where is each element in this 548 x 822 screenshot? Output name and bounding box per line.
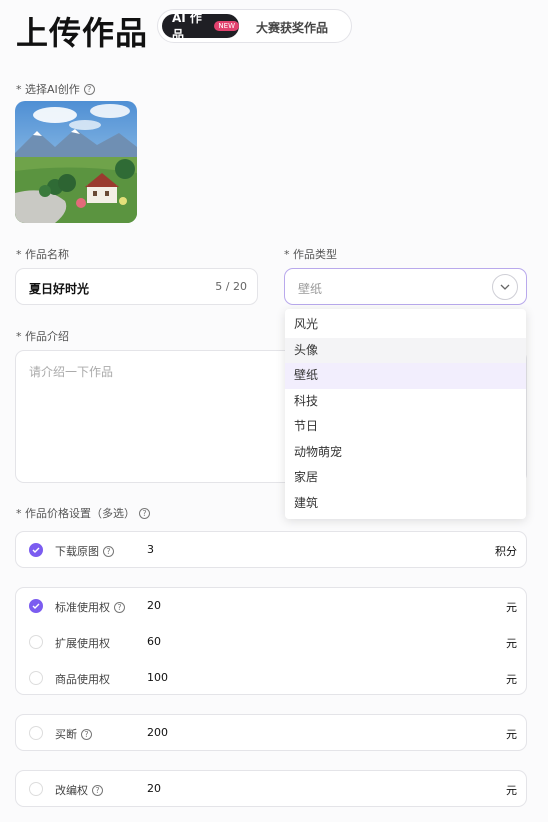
price-value[interactable]: 60 xyxy=(147,635,161,648)
price-name-text: 下载原图 xyxy=(55,545,99,558)
license-price-box: 标准使用权? 20 元 扩展使用权 60 元 商品使用权 100 元 xyxy=(15,587,527,695)
price-unit: 积分 xyxy=(495,545,517,558)
price-name: 扩展使用权 xyxy=(55,637,110,650)
selected-artwork-thumbnail[interactable] xyxy=(15,101,137,223)
option-home[interactable]: 家居 xyxy=(285,465,526,491)
question-circle-icon[interactable]: ? xyxy=(83,83,95,95)
price-row-adapt[interactable]: 改编权? 20 元 xyxy=(16,771,526,807)
option-pets[interactable]: 动物萌宠 xyxy=(285,440,526,466)
page-title: 上传作品 xyxy=(16,14,149,52)
work-name-counter: 5 / 20 xyxy=(215,280,247,293)
option-avatar[interactable]: 头像 xyxy=(285,337,526,363)
question-circle-icon[interactable]: ? xyxy=(92,784,103,796)
price-value[interactable]: 100 xyxy=(147,671,168,684)
work-intro-placeholder: 请介绍一下作品 xyxy=(29,365,114,379)
price-unit: 元 xyxy=(506,601,517,614)
tab-contest-works[interactable]: 大赛获奖作品 xyxy=(256,19,328,36)
question-circle-icon[interactable]: ? xyxy=(114,601,125,613)
price-name-text: 买断 xyxy=(55,728,77,741)
checked-icon[interactable] xyxy=(29,543,43,557)
work-name-input[interactable]: 夏日好时光 5 / 20 xyxy=(15,268,258,305)
price-name: 商品使用权 xyxy=(55,673,110,686)
unchecked-icon[interactable] xyxy=(29,671,43,685)
price-unit: 元 xyxy=(506,673,517,686)
price-value[interactable]: 3 xyxy=(147,543,154,556)
question-circle-icon[interactable]: ? xyxy=(139,507,150,519)
question-circle-icon[interactable]: ? xyxy=(103,545,114,557)
artwork-label-text: * 选择AI创作 xyxy=(16,83,80,96)
question-circle-icon[interactable]: ? xyxy=(81,728,92,740)
price-unit: 元 xyxy=(506,637,517,650)
price-settings-label: * 作品价格设置（多选） ? xyxy=(16,505,150,521)
option-landscape[interactable]: 风光 xyxy=(285,312,526,338)
price-row-commercial[interactable]: 商品使用权 100 元 xyxy=(16,660,526,696)
price-row-buyout[interactable]: 买断? 200 元 xyxy=(16,715,526,751)
price-name-text: 改编权 xyxy=(55,784,88,797)
option-festival[interactable]: 节日 xyxy=(285,414,526,440)
tab-ai-works[interactable]: AI 作品 NEW xyxy=(162,11,239,42)
price-name: 改编权? xyxy=(55,782,103,798)
unchecked-icon[interactable] xyxy=(29,726,43,740)
artwork-label: * 选择AI创作 ? xyxy=(16,81,95,97)
buyout-price-box: 买断? 200 元 xyxy=(15,714,527,751)
price-value[interactable]: 20 xyxy=(147,782,161,795)
work-type-select[interactable]: 壁纸 xyxy=(284,268,527,305)
work-name-value: 夏日好时光 xyxy=(29,282,90,296)
price-row-download[interactable]: 下载原图? 3 积分 xyxy=(16,532,526,568)
price-name: 下载原图? xyxy=(55,543,114,559)
work-type-dropdown: 风光 头像 壁纸 科技 节日 动物萌宠 家居 建筑 xyxy=(285,309,526,519)
price-value[interactable]: 20 xyxy=(147,599,161,612)
option-wallpaper[interactable]: 壁纸 xyxy=(285,363,526,389)
price-value[interactable]: 200 xyxy=(147,726,168,739)
work-name-label: * 作品名称 xyxy=(16,248,69,261)
work-type-label: * 作品类型 xyxy=(284,248,337,261)
price-name: 买断? xyxy=(55,726,92,742)
unchecked-icon[interactable] xyxy=(29,635,43,649)
adapt-price-box: 改编权? 20 元 xyxy=(15,770,527,807)
price-row-extended[interactable]: 扩展使用权 60 元 xyxy=(16,624,526,660)
price-settings-label-text: * 作品价格设置（多选） xyxy=(16,507,135,520)
new-badge: NEW xyxy=(214,21,239,31)
price-unit: 元 xyxy=(506,784,517,797)
chevron-down-icon[interactable] xyxy=(492,274,518,300)
checked-icon[interactable] xyxy=(29,599,43,613)
option-architecture[interactable]: 建筑 xyxy=(285,491,526,517)
price-name-text: 标准使用权 xyxy=(55,601,110,614)
unchecked-icon[interactable] xyxy=(29,782,43,796)
option-tech[interactable]: 科技 xyxy=(285,389,526,415)
work-intro-label: * 作品介绍 xyxy=(16,330,69,343)
price-unit: 元 xyxy=(506,728,517,741)
tab-ai-works-label: AI 作品 xyxy=(172,11,202,42)
price-name: 标准使用权? xyxy=(55,599,125,615)
download-price-box: 下载原图? 3 积分 xyxy=(15,531,527,568)
work-type-switch: AI 作品 NEW 大赛获奖作品 xyxy=(157,9,352,43)
work-type-placeholder: 壁纸 xyxy=(298,282,323,296)
price-row-standard[interactable]: 标准使用权? 20 元 xyxy=(16,588,526,624)
